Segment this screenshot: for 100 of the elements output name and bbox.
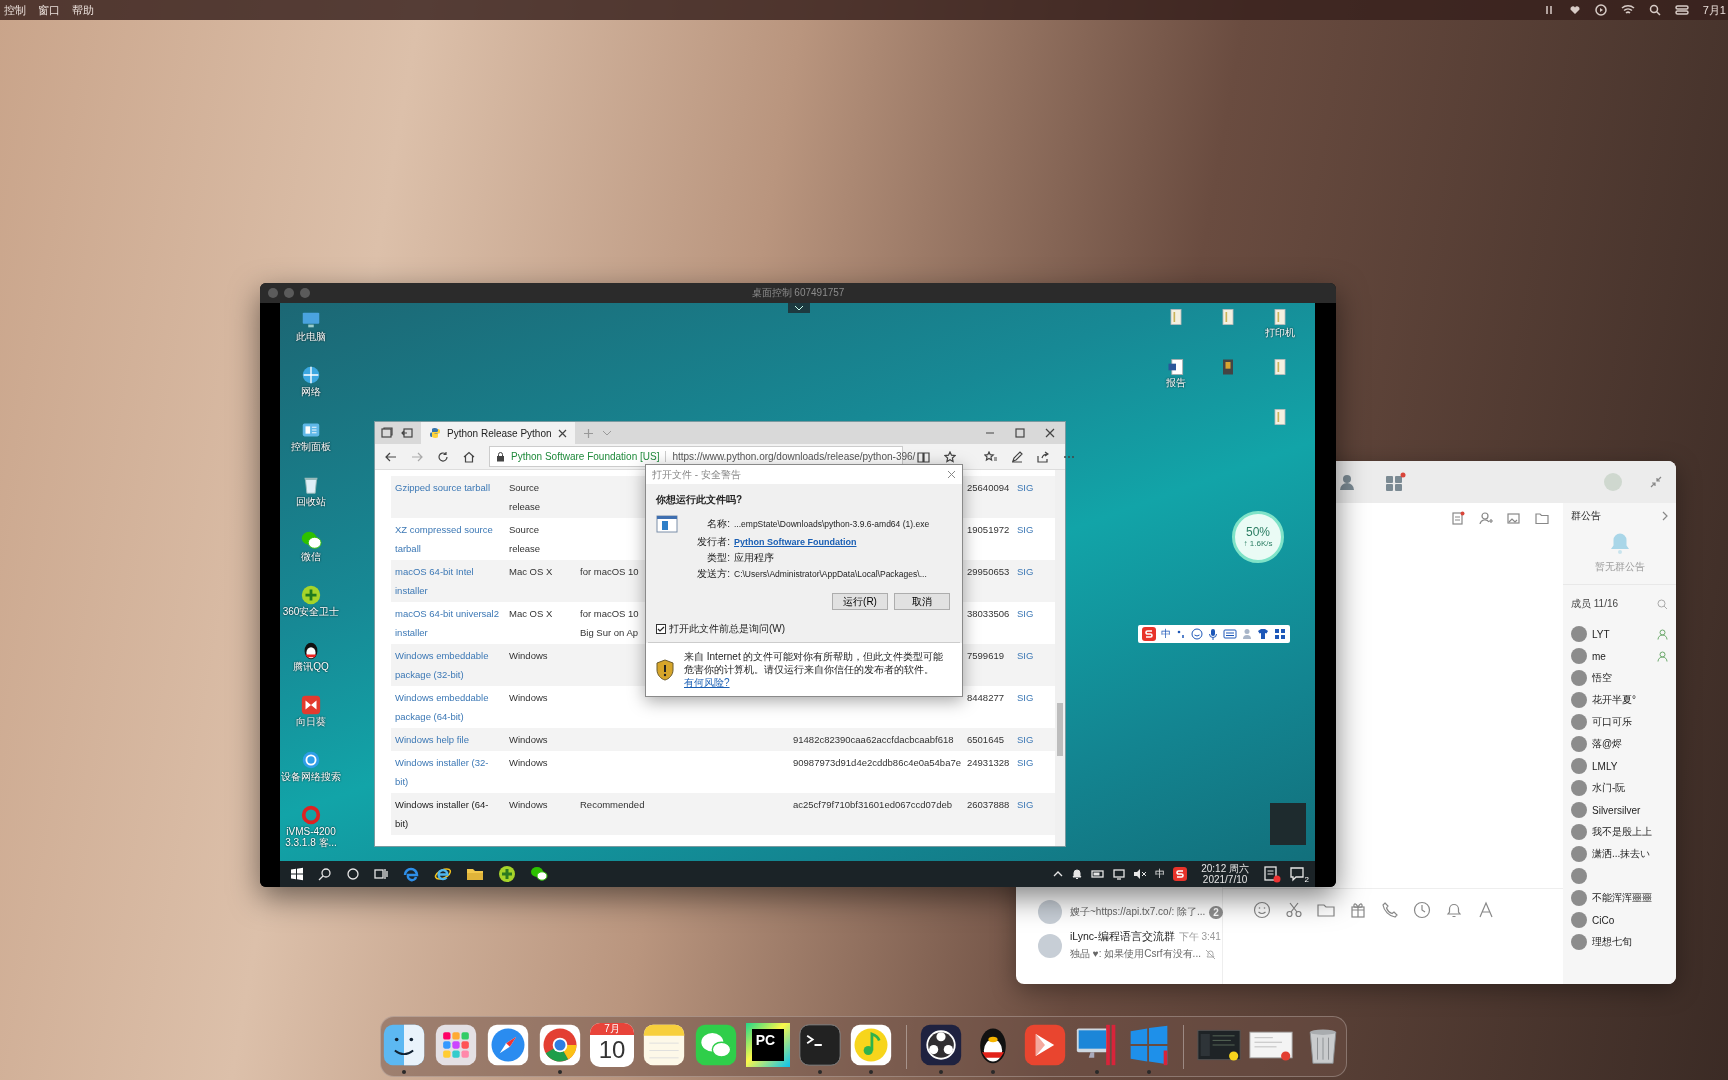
tab-set-icon[interactable]: [381, 427, 393, 439]
emoji-icon[interactable]: [1191, 628, 1203, 640]
desktop-shortcut[interactable]: 360安全卫士: [280, 584, 342, 639]
desktop-shortcut[interactable]: 控制面板: [280, 419, 342, 474]
chat-bubbles-icon[interactable]: [530, 865, 548, 883]
notes-icon[interactable]: [1451, 511, 1465, 525]
member-name[interactable]: 可口可乐: [1592, 715, 1668, 729]
app-grid-icon[interactable]: [1384, 472, 1406, 492]
circle-icon[interactable]: [346, 867, 360, 881]
member-name[interactable]: 水门-阮: [1592, 781, 1668, 795]
signature-link[interactable]: SIG: [1013, 730, 1038, 749]
menu-item[interactable]: 窗口: [38, 2, 60, 18]
calendar-app-button[interactable]: 7月 10: [590, 1023, 634, 1067]
search-icon[interactable]: [318, 867, 332, 881]
pen-icon[interactable]: [1011, 450, 1023, 463]
download-link[interactable]: Windows installer (32-bit): [391, 753, 505, 791]
ime-mode[interactable]: 中: [1161, 627, 1171, 641]
monitor-icon[interactable]: [1113, 868, 1126, 880]
ring-e-icon[interactable]: [434, 865, 452, 883]
aperture-icon[interactable]: [919, 1023, 964, 1067]
member-avatar[interactable]: [1571, 714, 1587, 730]
member-avatar[interactable]: [1571, 648, 1587, 664]
member-avatar[interactable]: [1571, 912, 1587, 928]
ime-indicator[interactable]: 中: [1155, 867, 1166, 881]
clock-icon[interactable]: [1413, 901, 1431, 919]
refresh-icon[interactable]: [437, 450, 449, 463]
music-note-icon[interactable]: [849, 1023, 894, 1067]
scrollbar-thumb[interactable]: [1057, 703, 1063, 756]
desktop-shortcut[interactable]: 此电脑: [280, 309, 342, 364]
play-icon[interactable]: [1594, 4, 1607, 16]
image-icon[interactable]: [1507, 511, 1521, 525]
signature-link[interactable]: SIG: [1013, 753, 1038, 791]
smiley-tile-icon[interactable]: [382, 1023, 427, 1067]
member-name[interactable]: 花开半夏°: [1592, 693, 1668, 707]
member-avatar[interactable]: [1571, 626, 1587, 642]
reading-view-icon[interactable]: [917, 450, 930, 463]
app-grid-icon[interactable]: [434, 1023, 479, 1067]
download-link[interactable]: Windows installer (64-bit): [391, 795, 505, 833]
phone-icon[interactable]: [1381, 901, 1399, 919]
member-name[interactable]: LYT: [1592, 628, 1652, 640]
scissors-icon[interactable]: [1285, 901, 1303, 919]
member-avatar[interactable]: [1571, 802, 1587, 818]
bell-icon[interactable]: [1071, 868, 1084, 880]
shirt-icon[interactable]: [1257, 628, 1269, 640]
grid-icon[interactable]: [1274, 628, 1286, 640]
dropdown-tab[interactable]: [788, 303, 810, 313]
tab-back-icon[interactable]: [401, 427, 413, 439]
member-name[interactable]: LMLY: [1592, 760, 1668, 772]
search-icon[interactable]: [1648, 4, 1661, 16]
collapse-icon[interactable]: [1650, 476, 1662, 488]
signature-link[interactable]: SIG: [1013, 688, 1038, 726]
heart-icon[interactable]: [1568, 4, 1581, 16]
notes-badge-icon[interactable]: [1263, 865, 1281, 883]
member-avatar[interactable]: [1571, 736, 1587, 752]
chevron-right-icon[interactable]: [1662, 511, 1668, 521]
close-icon[interactable]: [557, 428, 567, 438]
font-icon[interactable]: [1477, 901, 1495, 919]
terminal-icon[interactable]: [797, 1023, 842, 1067]
signature-link[interactable]: SIG: [1013, 646, 1038, 684]
member-name[interactable]: 潇洒...抹去い: [1592, 847, 1668, 861]
member-avatar[interactable]: [1571, 890, 1587, 906]
member-avatar[interactable]: [1571, 780, 1587, 796]
desktop-shortcut[interactable]: iVMS-4200 3.3.1.8 客...: [280, 804, 342, 859]
member-name[interactable]: 落@烬: [1592, 737, 1668, 751]
task-view-icon[interactable]: [374, 867, 388, 881]
close-icon[interactable]: [1045, 428, 1055, 438]
maximize-icon[interactable]: [1015, 428, 1025, 438]
microphone-icon[interactable]: [1208, 628, 1218, 640]
member-avatar[interactable]: [1571, 868, 1587, 884]
punctuation-icon[interactable]: [1176, 628, 1186, 640]
checkbox[interactable]: [656, 624, 666, 634]
menu-item[interactable]: 帮助: [72, 2, 94, 18]
menu-item[interactable]: 控制: [4, 2, 26, 18]
ide-app-button[interactable]: PC: [745, 1023, 790, 1067]
browser-tab[interactable]: Python Release Python: [421, 422, 575, 444]
member-avatar[interactable]: [1571, 934, 1587, 950]
run-button[interactable]: 运行(R): [832, 593, 888, 610]
signature-link[interactable]: SIG: [1013, 795, 1038, 833]
download-link[interactable]: macOS 64-bit universal2 installer: [391, 604, 505, 642]
publisher-link[interactable]: Python Software Foundation: [734, 537, 952, 547]
star-icon[interactable]: [944, 450, 956, 463]
download-link[interactable]: Windows help file: [391, 730, 473, 749]
url-field[interactable]: https://www.python.org/downloads/release/python-396/: [672, 451, 916, 462]
s-logo-icon[interactable]: [1173, 867, 1188, 881]
member-avatar[interactable]: [1571, 758, 1587, 774]
signature-link[interactable]: SIG: [1013, 604, 1038, 642]
member-avatar[interactable]: [1571, 846, 1587, 862]
desktop-shortcut[interactable]: 打印机: [1254, 307, 1306, 357]
desktop-shortcut[interactable]: 微信: [280, 529, 342, 584]
desktop-shortcut[interactable]: 向日葵: [280, 694, 342, 749]
risk-link[interactable]: 有何风险?: [684, 677, 730, 688]
member-name[interactable]: Silversilver: [1592, 804, 1668, 816]
desktop-shortcut[interactable]: 网络: [280, 364, 342, 419]
signature-link[interactable]: SIG: [1013, 520, 1038, 558]
swirl-e-icon[interactable]: [402, 865, 420, 883]
desktop-shortcut[interactable]: 回收站: [280, 474, 342, 529]
desktop-shortcut[interactable]: 腾讯QQ: [280, 639, 342, 694]
plus-circle-icon[interactable]: [498, 865, 516, 883]
back-arrow-icon[interactable]: [385, 450, 397, 463]
cancel-button[interactable]: 取消: [894, 593, 950, 610]
